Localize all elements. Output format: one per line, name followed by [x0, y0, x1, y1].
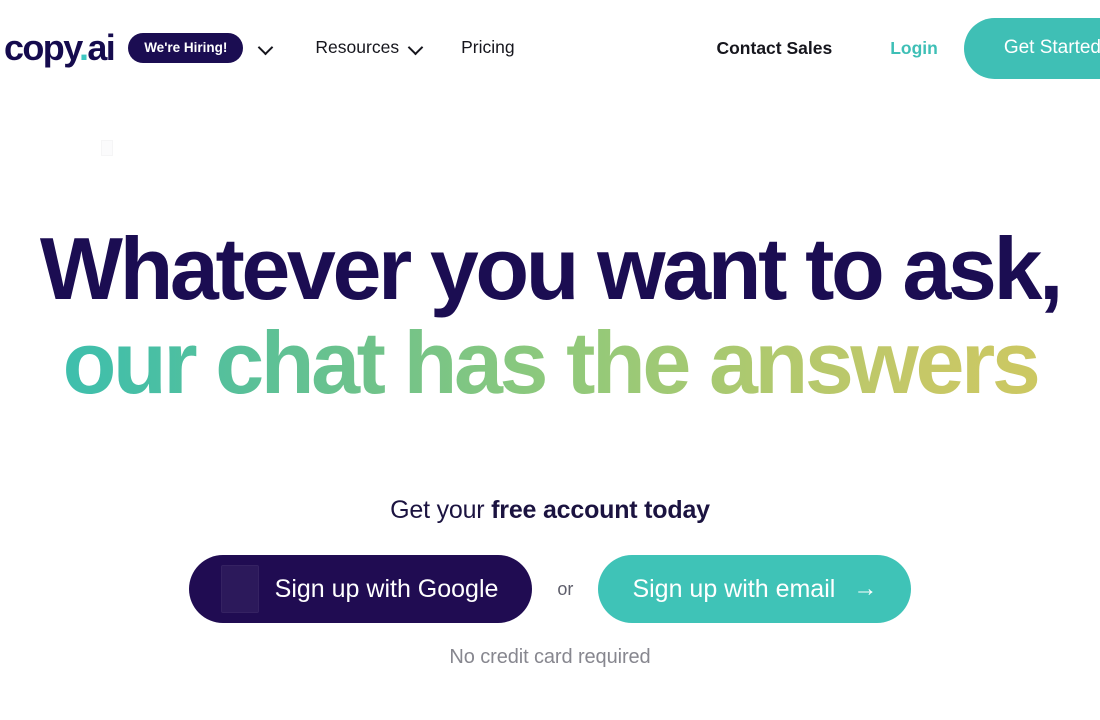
sign-up-with-email-label: Sign up with email [632, 574, 836, 603]
google-logo-icon [220, 565, 259, 613]
hero-subheading-prefix: Get your [390, 496, 492, 524]
were-hiring-badge[interactable]: We're Hiring! [128, 32, 244, 64]
get-started-button[interactable]: Get Started [963, 17, 1100, 79]
login-link[interactable]: Login [890, 38, 938, 59]
chevron-down-icon[interactable] [259, 41, 273, 55]
headline-line-2: our chat has the answers [0, 315, 1100, 410]
nav-right-group: Contact Sales Login Get Started [716, 0, 1100, 96]
hero-subheading-strong: free account today [491, 496, 710, 524]
page-title: Whatever you want to ask, our chat has t… [0, 219, 1100, 410]
hero-subheading: Get your free account today [0, 498, 1100, 523]
broken-image-placeholder-icon [101, 140, 113, 156]
logo-suffix: ai [87, 27, 115, 68]
no-credit-card-disclaimer: No credit card required [449, 646, 651, 668]
headline-line-1: Whatever you want to ask, [39, 219, 1064, 318]
sign-up-with-google-label: Sign up with Google [274, 574, 499, 603]
or-separator: or [557, 579, 574, 599]
nav-item-pricing[interactable]: Pricing [461, 39, 515, 57]
cta-button-row: Sign up with Google or Sign up with emai… [0, 555, 1100, 623]
site-header: copy.ai We're Hiring! Resources Pricing … [0, 0, 1100, 96]
arrow-right-icon: → [853, 575, 878, 602]
nav-item-pricing-label: Pricing [461, 37, 515, 58]
sign-up-with-email-button[interactable]: Sign up with email → [598, 555, 912, 623]
chevron-down-icon [409, 41, 423, 55]
nav-item-resources[interactable]: Resources [315, 39, 423, 57]
nav-item-resources-label: Resources [315, 37, 400, 58]
contact-sales-link[interactable]: Contact Sales [716, 38, 832, 59]
hero-section: Whatever you want to ask, our chat has t… [0, 96, 1100, 720]
copyai-logo[interactable]: copy.ai [4, 27, 116, 68]
logo-text: copy [4, 27, 81, 68]
sign-up-with-google-button[interactable]: Sign up with Google [188, 555, 533, 623]
nav-left-group: copy.ai We're Hiring! Resources Pricing [0, 30, 515, 66]
